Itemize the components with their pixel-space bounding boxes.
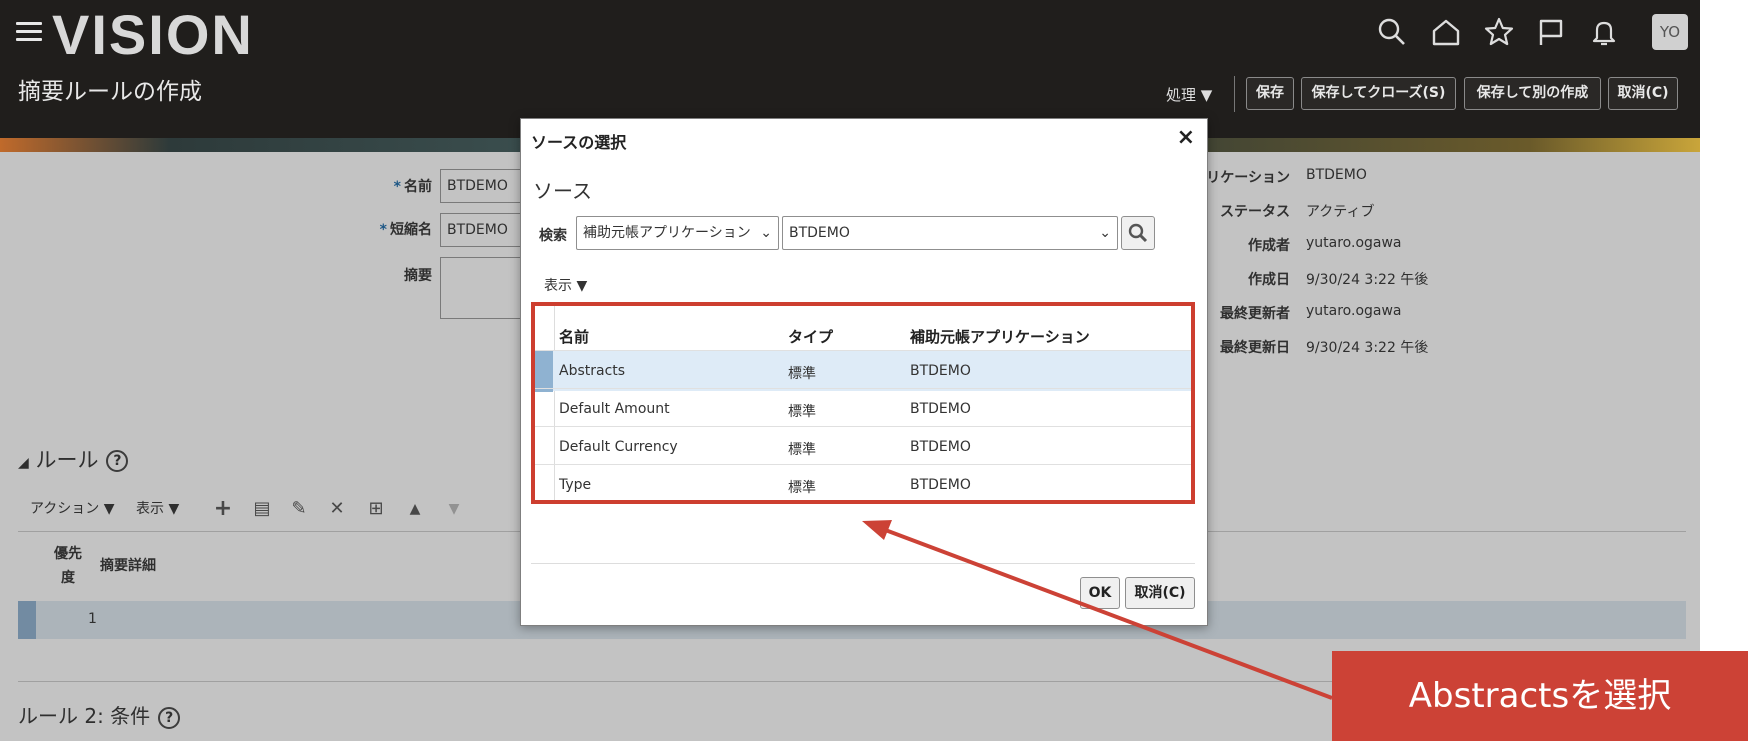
close-icon[interactable]: × [1177,127,1195,149]
flag-icon[interactable] [1535,16,1567,48]
notifications-bell-icon[interactable] [1588,16,1620,48]
chevron-down-icon: ⌄ [760,225,772,241]
row-name: Default Currency [559,439,678,455]
header-cancel-button[interactable]: 取消(C) [1608,77,1678,110]
table-row[interactable]: Default Amount 標準 BTDEMO [535,388,1191,429]
process-menu-label: 処理 [1166,86,1197,104]
search-icon[interactable] [1376,16,1408,48]
row-application: BTDEMO [910,439,971,455]
save-and-close-button[interactable]: 保存してクローズ(S) [1301,77,1456,110]
search-input[interactable]: BTDEMO ⌄ [782,216,1118,250]
select-source-dialog: ソースの選択 × ソース 検索 補助元帳アプリケーション ⌄ BTDEMO ⌄ … [520,118,1208,626]
table-row[interactable]: Default Currency 標準 BTDEMO [535,426,1191,467]
row-type: 標準 [788,366,816,382]
row-type: 標準 [788,480,816,496]
column-header-name: 名前 [559,328,590,346]
row-application: BTDEMO [910,477,971,493]
source-results-table: 名前 タイプ 補助元帳アプリケーション Abstracts 標準 BTDEMO … [531,302,1195,504]
dialog-cancel-button[interactable]: 取消(C) [1125,577,1195,609]
search-input-value: BTDEMO [789,225,850,241]
user-avatar[interactable]: YO [1652,14,1688,50]
favorites-star-icon[interactable] [1483,16,1515,48]
search-icon [1128,223,1148,243]
table-row[interactable]: Type 標準 BTDEMO [535,464,1191,505]
row-application: BTDEMO [910,363,971,379]
dialog-section-title: ソース [533,179,592,203]
process-menu[interactable]: 処理 ▼ [1166,84,1212,105]
row-selection-indicator [535,351,553,392]
row-type: 標準 [788,404,816,420]
row-name: Abstracts [559,363,626,379]
row-type: 標準 [788,442,816,458]
dialog-view-menu[interactable]: 表示 ▼ [544,275,587,295]
row-application: BTDEMO [910,401,971,417]
search-field-select-value: 補助元帳アプリケーション [583,225,751,241]
row-name: Default Amount [559,401,670,417]
row-name: Type [559,477,592,493]
page-title: 摘要ルールの作成 [18,79,202,105]
table-row[interactable]: Abstracts 標準 BTDEMO [535,350,1191,392]
search-field-select[interactable]: 補助元帳アプリケーション ⌄ [576,216,779,250]
search-button[interactable] [1121,216,1155,250]
save-and-create-another-button[interactable]: 保存して別の作成 [1464,77,1601,110]
annotation-callout: Abstractsを選択 [1332,651,1748,741]
ok-button[interactable]: OK [1080,577,1120,609]
header-divider [1234,76,1235,112]
column-header-type: タイプ [788,328,834,346]
dialog-title: ソースの選択 [531,133,627,152]
home-icon[interactable] [1430,16,1462,48]
column-header-subledger-application: 補助元帳アプリケーション [910,328,1090,346]
hamburger-menu-icon[interactable] [16,22,42,42]
search-label: 検索 [539,228,567,244]
app-logo: VISION [52,3,254,66]
chevron-down-icon: ▼ [1200,86,1213,104]
save-button[interactable]: 保存 [1246,77,1294,110]
chevron-down-icon: ⌄ [1099,225,1111,241]
dialog-footer-divider [531,563,1195,564]
